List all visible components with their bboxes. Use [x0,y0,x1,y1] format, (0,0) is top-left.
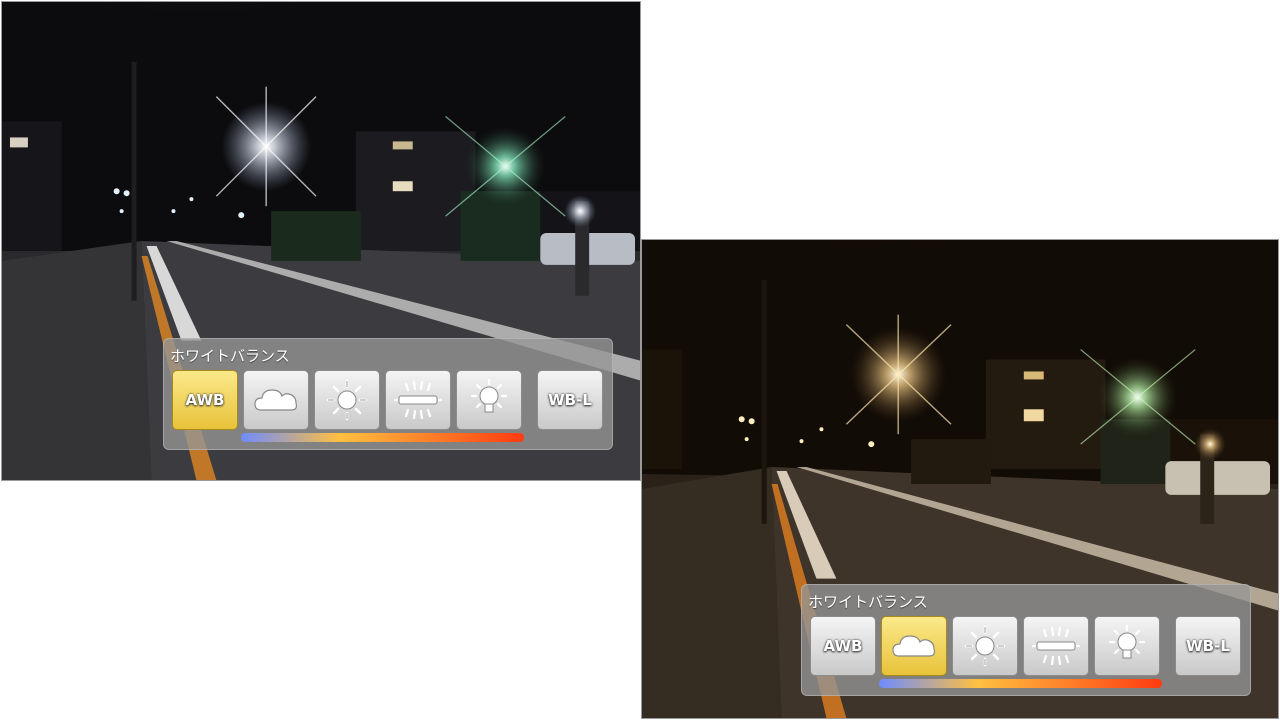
white-balance-title: ホワイトバランス [808,593,928,611]
daylight-button[interactable] [314,370,380,430]
daylight-button[interactable] [952,616,1018,676]
incandescent-button[interactable] [456,370,522,430]
wb-lock-button[interactable]: WB-L [537,370,603,430]
camera-preview-awb: ホワイトバランス AWB WB-L [1,1,641,481]
incandescent-bulb-icon [464,378,514,422]
color-temperature-bar [241,433,524,442]
sun-icon [322,378,372,422]
white-balance-panel: ホワイトバランス AWB WB-L [801,584,1251,696]
awb-label: AWB [185,391,225,409]
awb-button[interactable]: AWB [172,370,238,430]
fluorescent-button[interactable] [1023,616,1089,676]
cloudy-button[interactable] [243,370,309,430]
wb-lock-label: WB-L [1186,637,1230,655]
wb-lock-button[interactable]: WB-L [1175,616,1241,676]
awb-button[interactable]: AWB [810,616,876,676]
cloud-icon [889,624,939,668]
cloud-icon [251,378,301,422]
fluorescent-icon [393,378,443,422]
awb-label: AWB [823,637,863,655]
sun-icon [960,624,1010,668]
fluorescent-icon [1031,624,1081,668]
incandescent-button[interactable] [1094,616,1160,676]
incandescent-bulb-icon [1102,624,1152,668]
wb-lock-label: WB-L [548,391,592,409]
color-temperature-bar [879,679,1162,688]
white-balance-title: ホワイトバランス [170,347,290,365]
white-balance-panel: ホワイトバランス AWB WB-L [163,338,613,450]
cloudy-button[interactable] [881,616,947,676]
fluorescent-button[interactable] [385,370,451,430]
camera-preview-cloudy: ホワイトバランス AWB WB-L [641,239,1279,719]
